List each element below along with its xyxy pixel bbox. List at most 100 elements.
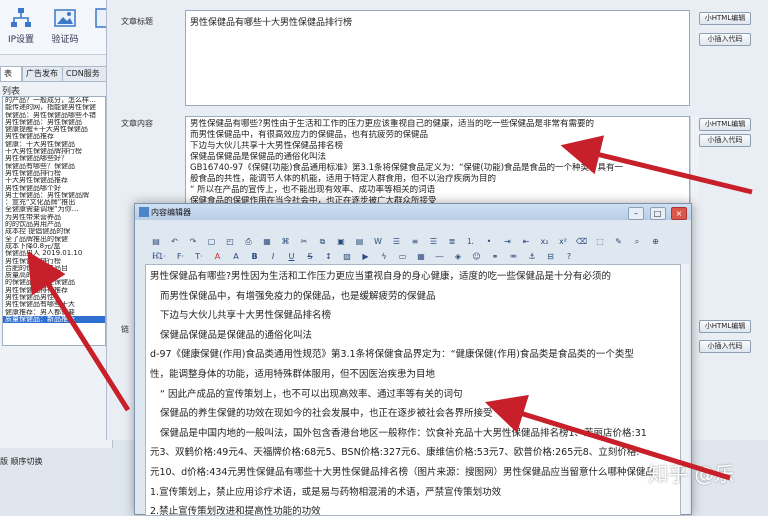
list-item[interactable]: 成本下降0.8元/盒 [3, 243, 105, 250]
cut-icon[interactable]: ✂ [297, 235, 311, 248]
font-size-icon[interactable]: T· [192, 250, 206, 263]
list-item[interactable]: 男性保健品有哪些十大 [3, 301, 105, 308]
list-item[interactable]: 男性保健品推荐 [3, 133, 105, 140]
ip-settings-button[interactable]: IP设置 [4, 6, 38, 50]
list-item[interactable]: 保健品男人 2019.01.10 [3, 250, 105, 257]
emoji-icon[interactable]: ☺ [470, 250, 484, 263]
order-switch-label[interactable]: 版 顺序切换 [0, 457, 43, 466]
clear-format-icon[interactable]: ⌫ [575, 235, 589, 248]
close-button[interactable]: × [671, 207, 687, 220]
content-scrollbar[interactable] [690, 116, 699, 206]
undo-icon[interactable]: ↶ [168, 235, 182, 248]
maximize-button[interactable]: □ [649, 207, 666, 220]
font-family-icon[interactable]: F· [174, 250, 188, 263]
list-item[interactable]: 男性保健品男性 [3, 294, 105, 301]
list-item[interactable]: 男性保健品哪些好？ [3, 155, 105, 162]
list-item[interactable]: 十大男性保健品牌排行榜 [3, 148, 105, 155]
table-icon[interactable]: ▦ [414, 250, 428, 263]
list-item[interactable]: 为男性带来营养品 [3, 214, 105, 221]
list-item[interactable]: 男性保健品哪个好 [3, 185, 105, 192]
highlight-icon[interactable]: A [229, 250, 243, 263]
content-insert-code-button[interactable]: 小插入代码 [699, 134, 751, 147]
new-doc-icon[interactable]: ▢ [205, 235, 219, 248]
italic-icon[interactable]: I [266, 250, 280, 263]
tab-list[interactable]: 表 [0, 66, 22, 82]
editor-content-area[interactable]: 男性保健品有哪些?男性因为生活和工作压力更应当重视自身的身心健康，适度的吃一些保… [145, 264, 681, 516]
line-height-icon[interactable]: ↕ [322, 250, 336, 263]
list-item[interactable]: 的保健品：男性保健品 [3, 279, 105, 286]
anchor-icon[interactable]: ⚓ [525, 250, 539, 263]
editor-titlebar[interactable]: 内容编辑器 – □ × [135, 204, 691, 220]
tab-cdn-service[interactable]: CDN服务 [62, 66, 110, 82]
source-icon[interactable]: ▤ [149, 235, 163, 248]
list-item[interactable]: 保健品：男性保健品哪些不错 [3, 112, 105, 119]
heading-icon[interactable]: H1· [149, 250, 169, 263]
title-input[interactable]: 男性保健品有哪些十大男性保健品排行榜 [185, 10, 690, 106]
article-list[interactable]: 的产品？一般成分，怎么样… 能传递的网，指能健男性保健 保健品：男性保健品哪些不错男… [2, 96, 106, 346]
list-item[interactable]: 合肥的保健品产品目 [3, 265, 105, 272]
unlink-icon[interactable]: ⚮ [507, 250, 521, 263]
hr-icon[interactable]: ― [433, 250, 447, 263]
about-icon[interactable]: ? [562, 250, 576, 263]
preview-icon[interactable]: ◰ [223, 235, 237, 248]
image-insert-icon[interactable]: ▨ [340, 250, 354, 263]
paste-word-icon[interactable]: W [371, 235, 385, 248]
superscript-icon[interactable]: x² [556, 235, 570, 248]
bold-icon[interactable]: B [248, 250, 262, 263]
list-item[interactable]: 男性保健品排行榜 [3, 170, 105, 177]
template-icon[interactable]: ▦ [260, 235, 274, 248]
page-break-icon[interactable]: ⊟ [544, 250, 558, 263]
ordered-list-icon[interactable]: ⒈ [464, 235, 478, 248]
code-icon[interactable]: ⌘ [279, 235, 293, 248]
list-item[interactable]: 健康：十大男性保健品 [3, 141, 105, 148]
paste-text-icon[interactable]: ▤ [353, 235, 367, 248]
redo-icon[interactable]: ↷ [186, 235, 200, 248]
brush-icon[interactable]: ✎ [612, 235, 626, 248]
list-item[interactable]: 质量高的保健品 [3, 272, 105, 279]
flash-icon[interactable]: ϟ [377, 250, 391, 263]
font-color-icon[interactable]: A [211, 250, 225, 263]
list-item[interactable]: 健康提醒+十大男性保健品 [3, 126, 105, 133]
zoom-icon[interactable]: ⊕ [649, 235, 663, 248]
align-left-icon[interactable]: ☰ [390, 235, 404, 248]
content-textarea[interactable]: 男性保健品有哪些?男性由于生活和工作的压力更应该重视自己的健康，适当的吃一些保健… [185, 116, 690, 208]
outdent-icon[interactable]: ⇤ [519, 235, 533, 248]
list-item[interactable]: 全了品牌推出的保健 [3, 236, 105, 243]
align-right-icon[interactable]: ☰ [427, 235, 441, 248]
media-icon[interactable]: ▶ [359, 250, 373, 263]
list-item[interactable]: 男性保健品：男性保健品 [3, 119, 105, 126]
title-insert-code-button[interactable]: 小插入代码 [699, 33, 751, 46]
file-icon[interactable]: ▭ [396, 250, 410, 263]
title-html-edit-button[interactable]: 小HTML编辑 [699, 12, 751, 25]
content-html-edit-button[interactable]: 小HTML编辑 [699, 118, 751, 131]
list-item[interactable]: 男性保健品排行推荐 [3, 287, 105, 294]
paste-icon[interactable]: ▣ [334, 235, 348, 248]
list-item[interactable]: 能传递的网，指能健男性保健 [3, 104, 105, 111]
list-item[interactable]: ：宣充“文化品牌”推出 [3, 199, 105, 206]
other-html-edit-button[interactable]: 小HTML编辑 [699, 320, 751, 333]
unordered-list-icon[interactable]: • [482, 235, 496, 248]
list-item[interactable]: 全健康需要调理”为你… [3, 206, 105, 213]
list-item[interactable]: 十大男性保健品推荐 [3, 177, 105, 184]
list-item[interactable]: 的产品？一般成分，怎么样… [3, 97, 105, 104]
search-icon[interactable]: ⌕ [630, 235, 644, 248]
link-icon[interactable]: ⚭ [488, 250, 502, 263]
justify-icon[interactable]: ≣ [445, 235, 459, 248]
list-item[interactable]: 的的饮品男用产品 [3, 221, 105, 228]
underline-icon[interactable]: U [285, 250, 299, 263]
align-center-icon[interactable]: ≡ [408, 235, 422, 248]
list-item[interactable]: 男性保健品排行榜 [3, 258, 105, 265]
list-item[interactable]: 保健品有哪些？保健品 [3, 163, 105, 170]
list-item[interactable]: 质量保健品：新品推荐 [3, 315, 105, 324]
captcha-button[interactable]: 验证码 [48, 6, 82, 50]
other-insert-code-button[interactable]: 小插入代码 [699, 340, 751, 353]
print-icon[interactable]: ⎙ [242, 235, 256, 248]
list-item[interactable]: 健康推荐：男人都需要 [3, 309, 105, 316]
map-icon[interactable]: ◈ [451, 250, 465, 263]
tab-ad-publish[interactable]: 广告发布 [22, 66, 66, 82]
copy-icon[interactable]: ⧉ [316, 235, 330, 248]
subscript-icon[interactable]: x₂ [538, 235, 552, 248]
minimize-button[interactable]: – [628, 207, 644, 220]
indent-icon[interactable]: ⇥ [501, 235, 515, 248]
select-all-icon[interactable]: ⬚ [593, 235, 607, 248]
